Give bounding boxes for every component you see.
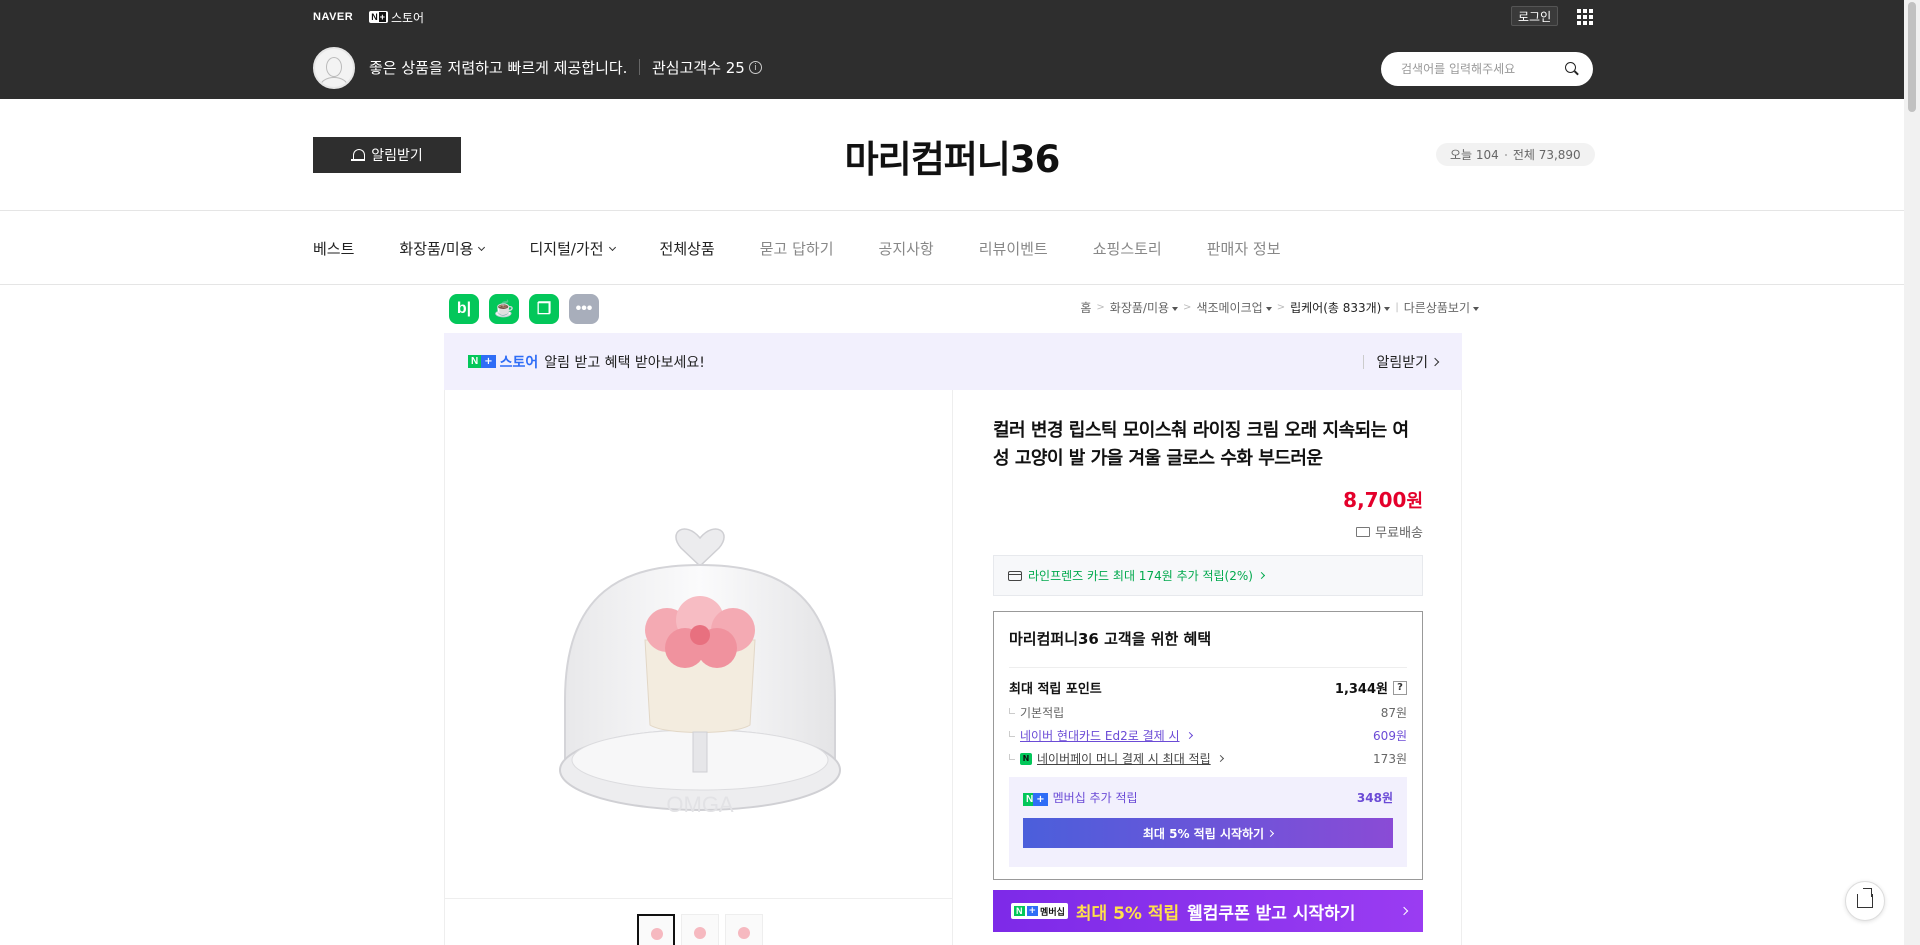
hyundai-card-link[interactable]: 네이버 현대카드 Ed2로 결제 시 — [1020, 727, 1180, 744]
shipping-info: 무료배송 — [1356, 522, 1423, 541]
image-watermark: OMGA — [666, 792, 734, 817]
nav-item-notice[interactable]: 공지사항 — [879, 238, 934, 259]
app-grid-icon[interactable] — [1577, 9, 1593, 25]
breadcrumb-cat2[interactable]: 색조메이크업 — [1196, 299, 1272, 316]
membership-label: 멤버십 추가 적립 — [1052, 791, 1138, 805]
card-benefit-link[interactable]: 라인프렌즈 카드 최대 174원 추가 적립(2%) — [993, 555, 1423, 596]
product-image[interactable]: OMGA — [545, 470, 855, 830]
search-icon[interactable] — [1565, 62, 1579, 76]
coupon-text: 웰컴쿠폰 받고 시작하기 — [1187, 903, 1356, 924]
npay-icon: N — [1020, 752, 1032, 765]
scrollbar-thumb[interactable] — [1908, 2, 1916, 112]
max-points-row: 최대 적립 포인트 1,344원? — [1009, 678, 1407, 697]
benefit-row-npay: N 네이버페이 머니 결제 시 최대 적립 173원 — [1009, 750, 1407, 767]
coupon-highlight: 최대 5% 적립 — [1075, 903, 1180, 924]
benefit-row-hyundai-card: 네이버 현대카드 Ed2로 결제 시 609원 — [1009, 727, 1407, 744]
scrollbar[interactable] — [1904, 0, 1920, 945]
benefit-row-basic: 기본적립 87원 — [1009, 704, 1407, 721]
chevron-right-icon — [1399, 906, 1409, 916]
chevron-down-icon — [478, 243, 486, 251]
more-icon[interactable]: ••• — [569, 294, 599, 324]
nav-item-shopping-story[interactable]: 쇼핑스토리 — [1093, 238, 1162, 259]
naver-logo[interactable]: NAVER — [313, 11, 353, 23]
nav-item-cosmetics[interactable]: 화장품/미용 — [399, 238, 486, 259]
nav-item-best[interactable]: 베스트 — [313, 238, 354, 259]
credit-card-icon — [1008, 570, 1022, 581]
breadcrumb-home[interactable]: 홈 — [1080, 299, 1091, 316]
membership-tag: N + 멤버십 — [1011, 903, 1068, 919]
store-tagline: 좋은 상품을 저렴하고 빠르게 제공합니다. — [369, 59, 628, 77]
membership-box: N + 멤버십 추가 적립 348원 최대 5% 적립 시작하기 — [1009, 777, 1407, 867]
breadcrumb-cat3[interactable]: 립케어(총 833개) — [1290, 299, 1391, 316]
chevron-right-icon — [1257, 571, 1265, 580]
nplus-badge: N + — [369, 11, 388, 23]
nplus-badge: N + — [468, 355, 496, 368]
product-content: OMGA 컬러 변경 립스틱 모이스춰 라이징 크림 오래 지속되는 여성 고양… — [444, 390, 1462, 945]
chevron-right-icon — [1267, 829, 1275, 837]
help-icon[interactable]: ? — [1393, 680, 1407, 695]
customer-benefits-box: 마리컴퍼니36 고객을 위한 혜택 최대 적립 포인트 1,344원? 기본적립… — [993, 611, 1423, 880]
product-title: 컬러 변경 립스틱 모이스춰 라이징 크림 오래 지속되는 여성 고양이 발 가… — [993, 420, 1409, 469]
product-price: 8,700원 — [1343, 488, 1423, 512]
breadcrumb-other[interactable]: 다른상품보기 — [1404, 299, 1479, 316]
store-name[interactable]: 마리컴퍼니36 — [0, 129, 1904, 183]
share-icon — [1857, 894, 1873, 908]
visitors-today: 오늘 104 — [1450, 148, 1499, 162]
nav-item-digital[interactable]: 디지털/가전 — [529, 238, 616, 259]
breadcrumb-cat1[interactable]: 화장품/미용 — [1110, 299, 1179, 316]
thumbnail-list — [637, 914, 763, 945]
nav-item-qna[interactable]: 묻고 답하기 — [760, 238, 834, 259]
nplus-badge: N + — [1023, 791, 1048, 806]
store-avatar[interactable] — [313, 47, 355, 89]
store-notification-banner: N + 스토어 알림 받고 혜택 받아보세요! 알림받기 — [444, 333, 1462, 390]
truck-icon — [1356, 526, 1371, 537]
nplus-store-label: 스토어 — [390, 10, 425, 25]
bookmark-icon[interactable]: ❐ — [529, 294, 559, 324]
divider — [639, 59, 640, 75]
thumbnail-3[interactable] — [725, 914, 763, 945]
breadcrumb: 홈 > 화장품/미용 > 색조메이크업 > 립케어(총 833개) | 다른상품… — [1080, 299, 1479, 316]
share-icons: b| ☕ ❐ ••• — [449, 294, 599, 324]
search-input[interactable] — [1401, 62, 1565, 76]
nplus-store-label: 스토어 — [499, 354, 539, 371]
login-button[interactable]: 로그인 — [1511, 6, 1559, 26]
store-header: 알림받기 마리컴퍼니36 오늘 104 전체 73,890 — [0, 99, 1904, 211]
chevron-down-icon — [608, 243, 616, 251]
category-nav: 베스트 화장품/미용 디지털/가전 전체상품 묻고 답하기 공지사항 리뷰이벤트… — [0, 211, 1904, 285]
nav-item-seller-info[interactable]: 판매자 정보 — [1207, 238, 1281, 259]
floating-share-button[interactable] — [1845, 881, 1885, 921]
nplus-store-logo[interactable]: N + 스토어 — [369, 9, 424, 26]
visitors-total: 전체 73,890 — [1512, 148, 1581, 162]
chevron-right-icon — [1430, 357, 1440, 366]
membership-value: 348원 — [1356, 791, 1393, 805]
global-nav: NAVER N + 스토어 — [313, 8, 424, 26]
product-gallery: OMGA — [445, 390, 953, 945]
visitor-counter: 오늘 104 전체 73,890 — [1436, 143, 1595, 166]
cafe-share-icon[interactable]: ☕ — [489, 294, 519, 324]
top-bar: NAVER N + 스토어 로그인 좋은 상품을 저렴하고 빠르게 제공합니다. … — [0, 0, 1904, 99]
nav-item-all-products[interactable]: 전체상품 — [660, 238, 715, 259]
promo-alarm-link[interactable]: 알림받기 — [1363, 352, 1440, 372]
npay-link[interactable]: 네이버페이 머니 결제 시 최대 적립 — [1037, 750, 1211, 767]
nav-item-review-event[interactable]: 리뷰이벤트 — [979, 238, 1048, 259]
followers-count: 관심고객수 25 i — [652, 57, 762, 78]
search-box — [1381, 52, 1593, 86]
benefits-header: 마리컴퍼니36 고객을 위한 혜택 — [1009, 630, 1212, 648]
promo-text: 알림 받고 혜택 받아보세요! — [544, 354, 705, 371]
thumbnail-2[interactable] — [681, 914, 719, 945]
thumbnail-1[interactable] — [637, 914, 675, 945]
info-icon[interactable]: i — [748, 61, 762, 74]
membership-start-button[interactable]: 최대 5% 적립 시작하기 — [1023, 818, 1393, 848]
welcome-coupon-banner[interactable]: N + 멤버십 최대 5% 적립 웰컴쿠폰 받고 시작하기 — [993, 890, 1423, 932]
blog-share-icon[interactable]: b| — [449, 294, 479, 324]
followers-label: 관심고객수 25 — [652, 59, 745, 77]
